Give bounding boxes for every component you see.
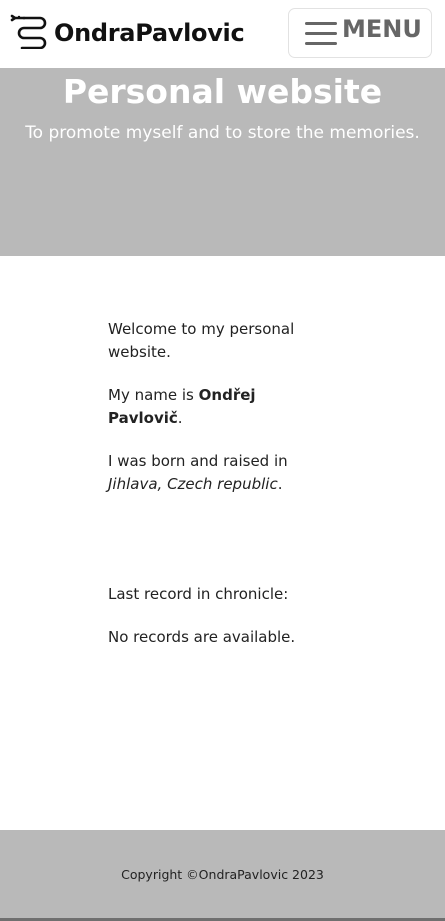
- footer: Copyright ©OndraPavlovic 2023: [0, 830, 445, 918]
- born-suffix: .: [277, 475, 283, 493]
- hero-title: Personal website: [62, 72, 383, 111]
- brand-name: OndraPavlovic: [54, 19, 245, 47]
- hero-banner: Personal website To promote myself and t…: [0, 68, 445, 256]
- snake-logo-icon: [10, 13, 50, 53]
- born-paragraph: I was born and raised in Jihlava, Czech …: [108, 450, 333, 496]
- hamburger-icon: [305, 20, 339, 46]
- navbar: OndraPavlovic MENU: [0, 0, 445, 68]
- copyright-text: Copyright ©OndraPavlovic 2023: [121, 867, 324, 882]
- main-content: Welcome to my personal website. My name …: [108, 318, 333, 669]
- chronicle-label: Last record in chronicle:: [108, 585, 289, 603]
- chronicle-empty-message: No records are available.: [108, 628, 296, 646]
- hero-subtitle: To promote myself and to store the memor…: [25, 123, 420, 143]
- name-prefix: My name is: [108, 386, 199, 404]
- born-prefix: I was born and raised in: [108, 452, 288, 470]
- menu-label: MENU: [342, 15, 422, 43]
- name-paragraph: My name is Ondřej Pavlovič.: [108, 384, 333, 430]
- born-place: Jihlava, Czech republic: [108, 475, 278, 493]
- brand-link[interactable]: OndraPavlovic: [10, 13, 245, 53]
- welcome-text: Welcome to my personal website.: [108, 320, 295, 361]
- name-suffix: .: [177, 409, 183, 427]
- menu-button[interactable]: MENU: [288, 8, 432, 58]
